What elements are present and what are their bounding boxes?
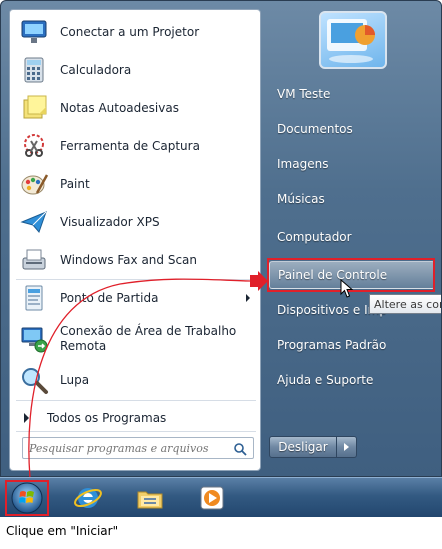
internet-explorer-icon [74, 488, 102, 508]
media-player-button[interactable] [196, 482, 228, 514]
taskbar [0, 477, 442, 517]
windows-explorer-button[interactable] [134, 482, 166, 514]
instruction-caption: Clique em "Iniciar" [6, 524, 119, 538]
windows-explorer-icon [137, 491, 163, 509]
annotation-arrow [28, 271, 268, 479]
start-button[interactable] [5, 480, 49, 516]
internet-explorer-button[interactable] [72, 482, 104, 514]
mouse-cursor-icon [340, 279, 354, 298]
media-player-icon [200, 486, 224, 510]
windows-orb-icon [11, 482, 43, 514]
